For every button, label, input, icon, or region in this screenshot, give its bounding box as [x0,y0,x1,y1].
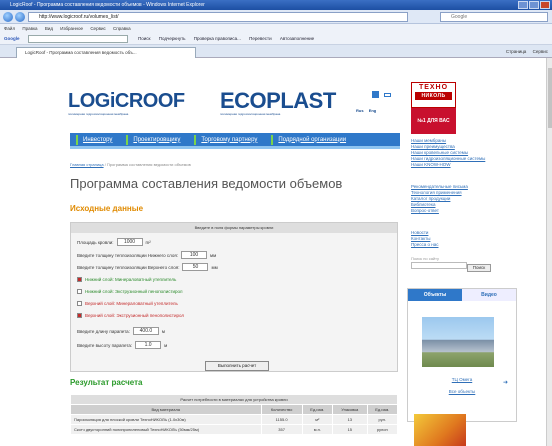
web-page: LOGiCROOF полимерная гидроизоляционная м… [0,58,552,446]
menu-help[interactable]: Справка [113,26,131,31]
object-name-link[interactable]: ТЦ Омега [408,377,516,382]
tools-menu[interactable]: Сервис [533,49,548,54]
site-search-button[interactable]: Поиск [467,264,491,272]
address-bar: http://www.logicroof.ru/volumes_list/ Go… [0,10,552,24]
object-photo[interactable] [422,317,494,367]
google-logo: Google [4,36,20,41]
table-row: Скотч двусторонний полипропиленовый Техн… [70,424,399,435]
google-search-input[interactable] [28,35,128,43]
page-menu[interactable]: Страница [506,49,526,54]
nav-contractor[interactable]: Подрядной организации [278,137,346,143]
toolbar-spellcheck-button[interactable]: Проверка правописа... [194,36,241,41]
area-input[interactable]: 1000 [116,238,143,246]
table-row: Пароизоляция для плоской кровли ТехноНИК… [70,414,399,425]
area-row: Площадь кровли: 1000 m² [77,238,151,246]
search-input[interactable]: Google [440,12,548,22]
upper-thickness-row: Введите толщину теплоизоляции Верхнего с… [77,263,218,271]
option-lower-mineral[interactable]: Нижний слой: Минераловатный утеплитель [77,277,176,282]
home-icon[interactable] [372,91,379,98]
menu-file[interactable]: Файл [4,26,15,31]
lower-thickness-row: Введите толщину теплоизоляции Нижнего сл… [77,251,217,259]
toolbar-translate-button[interactable]: Перевести [249,36,271,41]
checkbox-lower-xps[interactable] [77,289,82,294]
sidebar-links-news: Новости Контакты Пресса о нас [411,230,438,248]
nav-designer[interactable]: Проектировщику [133,137,180,143]
sidebar-links-products: Наши мембраны Наши преимущества Наши кро… [411,138,485,168]
menu-tools[interactable]: Сервис [90,26,105,31]
calculate-button[interactable]: Выполнить расчет [205,361,269,371]
result-caption: Расчет потребности в материалах для устр… [70,394,398,405]
calc-form: Введите в поля формы параметры кровли Пл… [70,222,398,372]
sidebar-link[interactable]: Пресса о нас [411,242,438,248]
parapet-length-input[interactable]: 400.0 [132,327,159,335]
all-objects-link[interactable]: Все объекты [408,389,516,394]
option-upper-mineral[interactable]: Верхний слой: Минераловатный утеплитель [77,301,178,306]
breadcrumb-current: Программа составления ведомости объемов [106,162,191,167]
toolbar-search-button[interactable]: Поиск [138,36,150,41]
checkbox-upper-xps[interactable] [77,313,82,318]
sidebar-link[interactable]: Вопрос-ответ [411,208,468,214]
col-unit: Ед.изм. [301,404,334,415]
window-controls [518,1,550,9]
google-toolbar: Google Поиск Подчеркнуть Проверка правоп… [0,33,552,45]
parapet-height-row: Введите высоту парапета: 1.0 м [77,341,168,349]
col-material: Вид материала [70,404,262,415]
window-title-bar: LogicRoof - Программа составления ведомо… [0,0,552,10]
window-title: LogicRoof - Программа составления ведомо… [10,2,205,8]
logicroof-logo[interactable]: LOGiCROOF полимерная гидроизоляционная м… [68,90,185,116]
col-pack: Упаковка [332,404,368,415]
page-scrollbar[interactable] [546,58,552,446]
toolbar-highlight-button[interactable]: Подчеркнуть [159,36,186,41]
technonicol-logo[interactable]: ТЕХНО НИКОЛЬ [411,82,456,108]
main-nav: Инвестору Проектировщику Торговому партн… [70,133,400,149]
breadcrumb: Главная страница / Программа составления… [70,162,191,167]
ad-image[interactable] [414,414,466,446]
nav-investor[interactable]: Инвестору [83,137,112,143]
lower-thickness-input[interactable]: 100 [181,251,208,259]
section-result-title: Результат расчета [70,378,143,387]
url-input[interactable]: http://www.logicroof.ru/volumes_list/ [28,12,408,22]
promo-banner[interactable]: №1 ДЛЯ ВАС [411,108,456,134]
ecoplast-logo[interactable]: ECOPLAST полимерная гидроизоляционная ме… [220,88,336,116]
site-search: Поиск по сайту [411,256,471,269]
parapet-height-input[interactable]: 1.0 [135,341,162,349]
language-switch: Rus Eng [356,108,380,113]
option-lower-xps[interactable]: Нижний слой: Экструзионный пенополистиро… [77,289,183,294]
lang-eng[interactable]: Eng [369,108,377,113]
page-title: Программа составления ведомости объемов [70,176,343,191]
tab-bar: LogicRoof - Программа составления ведомо… [0,45,552,58]
menu-view[interactable]: Вид [45,26,53,31]
lang-rus[interactable]: Rus [356,108,364,113]
menu-favorites[interactable]: Избранное [60,26,83,31]
nav-partner[interactable]: Торговому партнеру [201,137,257,143]
forward-icon[interactable] [15,12,25,22]
site-search-input[interactable] [411,262,467,269]
col-qty: Количество [260,404,303,415]
toolbar-autofill-button[interactable]: Автозаполнение [280,36,314,41]
section-input-title: Исходные данные [70,204,144,213]
breadcrumb-home[interactable]: Главная страница [70,162,104,167]
form-header: Введите в поля формы параметры кровли [71,223,397,233]
objects-widget: Объекты Видео ➜ ТЦ Омега Все объекты [407,288,517,422]
mail-icon[interactable] [384,93,391,97]
option-upper-xps[interactable]: Верхний слой: Экструзионный пенополистир… [77,313,184,318]
checkbox-lower-mineral[interactable] [77,277,82,282]
minimize-button[interactable] [518,1,528,9]
upper-thickness-input[interactable]: 50 [182,263,209,271]
menu-edit[interactable]: Правка [22,26,37,31]
tab-video[interactable]: Видео [462,289,516,301]
sidebar-links-info: Рекомендательные письма Технология приме… [411,184,468,214]
col-pack-unit: Ед.изм. [366,404,399,415]
result-table: Расчет потребности в материалах для устр… [70,394,399,435]
parapet-length-row: Введите длину парапета: 400.0 м [77,327,165,335]
maximize-button[interactable] [529,1,539,9]
tab-current[interactable]: LogicRoof - Программа составления ведомо… [16,47,196,58]
checkbox-upper-mineral[interactable] [77,301,82,306]
back-icon[interactable] [3,12,13,22]
tab-objects[interactable]: Объекты [408,289,462,301]
menu-bar: Файл Правка Вид Избранное Сервис Справка [0,24,552,33]
close-button[interactable] [540,1,550,9]
sidebar-link[interactable]: Наши KNOW-HOW [411,162,485,168]
